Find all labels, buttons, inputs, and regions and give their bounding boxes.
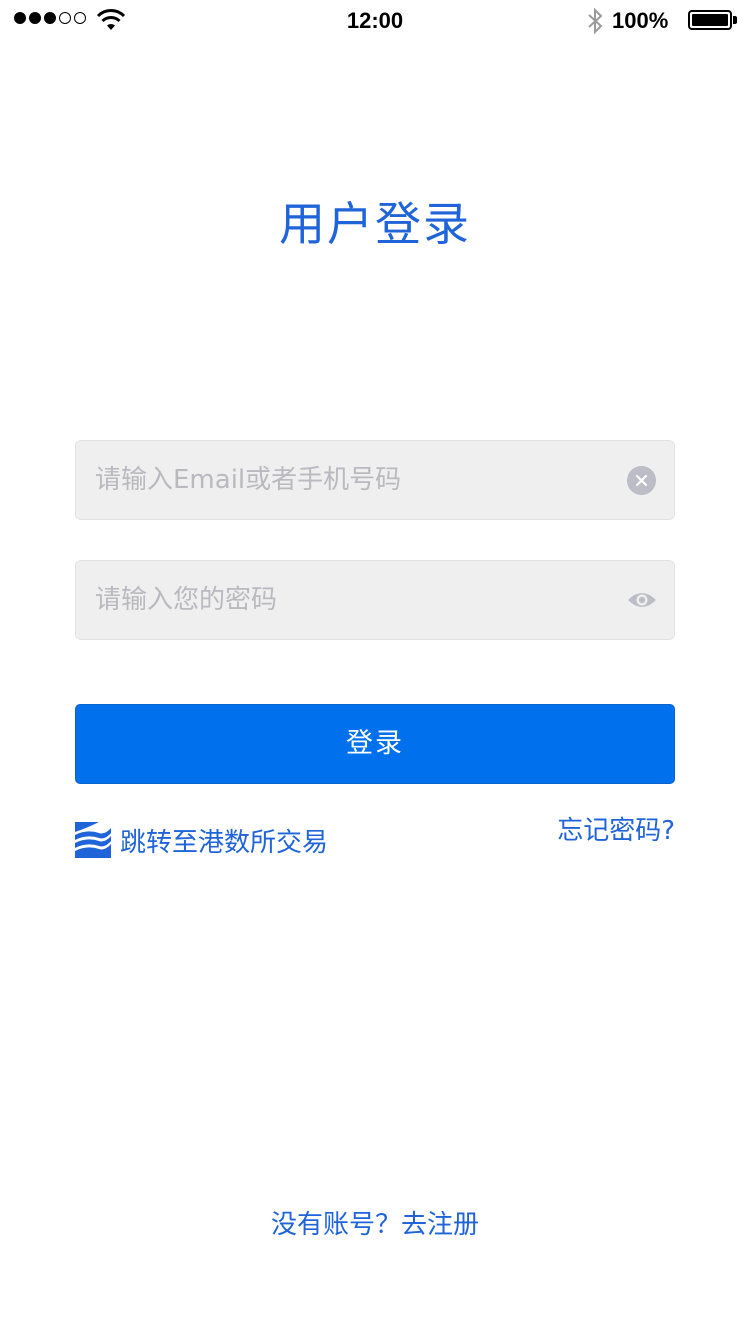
exchange-link-label: 跳转至港数所交易 xyxy=(120,827,329,858)
bluetooth-icon xyxy=(588,7,603,35)
exchange-link[interactable]: 跳转至港数所交易 xyxy=(75,820,328,860)
account-input[interactable] xyxy=(95,441,615,519)
login-button[interactable]: 登录 xyxy=(75,704,675,784)
clear-input-icon[interactable] xyxy=(627,466,656,495)
forgot-password-link[interactable]: 忘记密码? xyxy=(557,810,675,847)
login-screen: 12:00 100% 用户登录 登录 xyxy=(0,0,750,1334)
show-password-eye-icon[interactable] xyxy=(627,589,657,611)
exchange-logo-icon xyxy=(75,822,111,858)
page-title: 用户登录 xyxy=(279,197,471,251)
status-bar: 12:00 100% xyxy=(0,0,750,42)
account-field[interactable] xyxy=(75,440,675,520)
battery-percent: 100% xyxy=(612,8,669,33)
battery-icon xyxy=(688,10,732,30)
battery-tip xyxy=(733,16,737,24)
battery-level xyxy=(692,14,728,26)
register-link[interactable]: 没有账号？去注册 xyxy=(0,1204,750,1241)
password-input[interactable] xyxy=(95,561,615,639)
password-field[interactable] xyxy=(75,560,675,640)
